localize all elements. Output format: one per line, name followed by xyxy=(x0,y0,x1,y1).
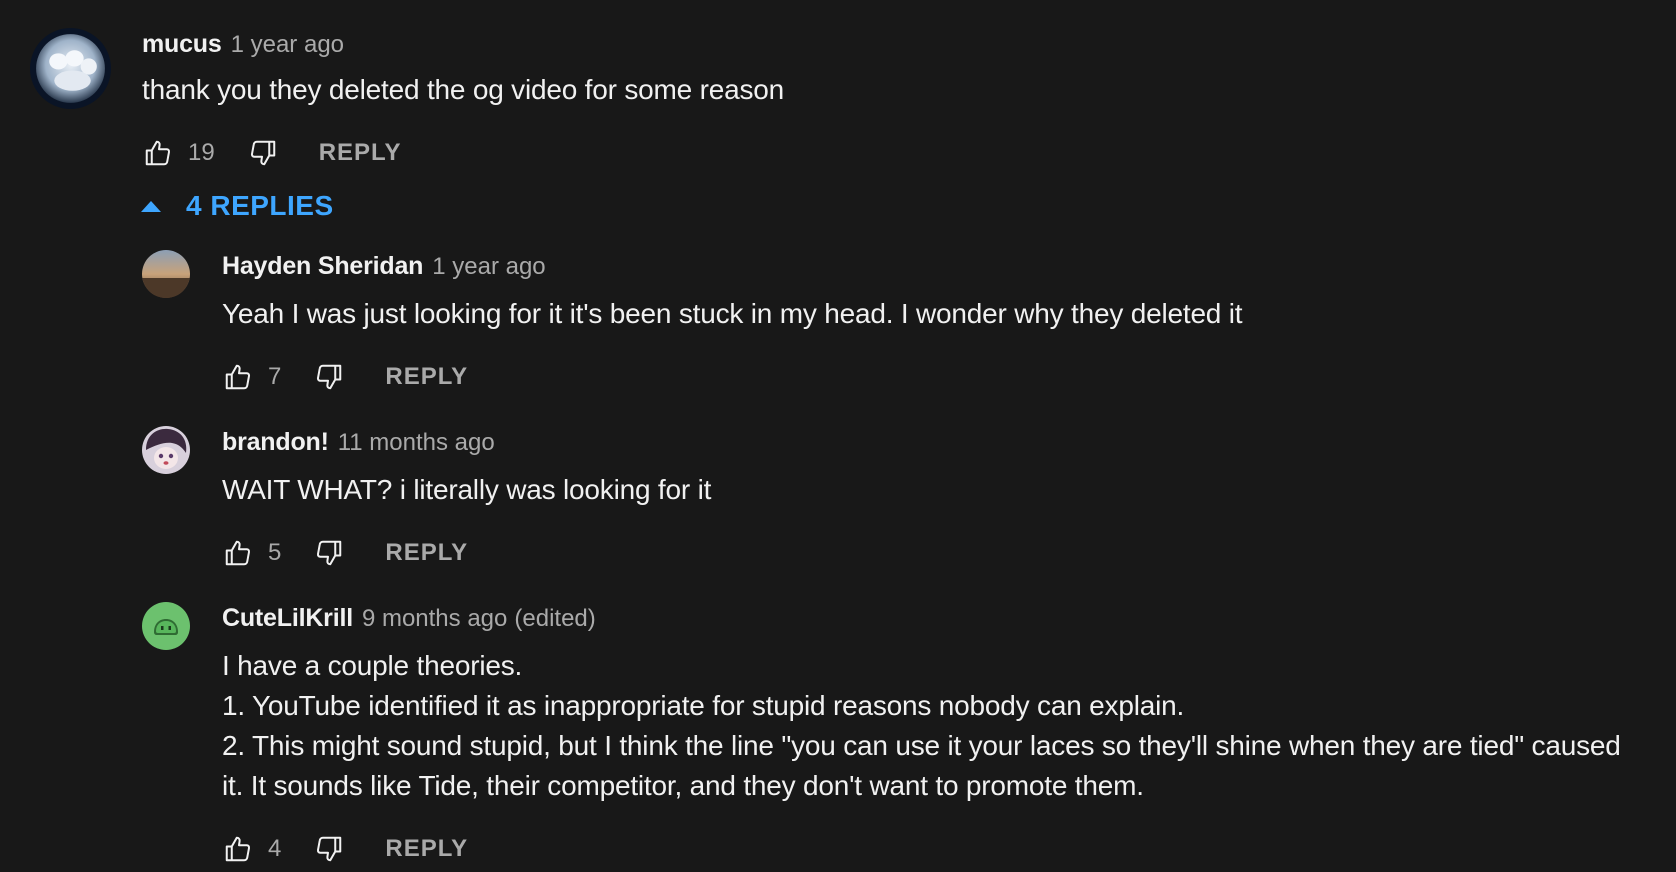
reply-text: WAIT WHAT? i literally was looking for i… xyxy=(222,470,711,510)
dislike-button[interactable] xyxy=(313,537,345,569)
reply-actions: 4 REPLY xyxy=(222,831,468,867)
like-button[interactable] xyxy=(222,833,254,865)
comment-header: mucus 1 year ago xyxy=(142,30,344,59)
comment-timestamp[interactable]: 1 year ago xyxy=(231,31,344,59)
dislike-button[interactable] xyxy=(247,137,279,169)
reply-button[interactable]: REPLY xyxy=(319,139,402,167)
avatar-mucus[interactable] xyxy=(30,28,111,109)
replies-toggle-label: 4 REPLIES xyxy=(186,190,334,221)
edited-label: (edited) xyxy=(514,605,596,632)
like-count: 7 xyxy=(268,363,282,390)
like-count: 19 xyxy=(188,139,215,166)
reply-text-line: Yeah I was just looking for it it's been… xyxy=(222,298,1243,329)
like-button[interactable] xyxy=(222,537,254,569)
reply-author[interactable]: Hayden Sheridan xyxy=(222,252,423,281)
reply-text-line: 1. YouTube identified it as inappropriat… xyxy=(222,690,1185,721)
reply-text-line: WAIT WHAT? i literally was looking for i… xyxy=(222,474,712,505)
reply-author[interactable]: CuteLilKrill xyxy=(222,604,353,633)
thumbs-up-icon xyxy=(225,540,251,566)
reply-button[interactable]: REPLY xyxy=(385,363,468,391)
caret-up-icon xyxy=(141,201,161,212)
thumbs-up-icon xyxy=(225,836,251,862)
thumbs-down-icon xyxy=(317,364,342,390)
reply-header: brandon! 11 months ago xyxy=(222,428,495,457)
avatar-hayden-sheridan[interactable] xyxy=(142,250,190,298)
like-button[interactable] xyxy=(222,361,254,393)
reply-header: Hayden Sheridan 1 year ago xyxy=(222,252,546,281)
thumbs-down-icon xyxy=(317,836,342,862)
reply-button[interactable]: REPLY xyxy=(385,835,468,863)
comment-author[interactable]: mucus xyxy=(142,30,222,59)
like-count: 5 xyxy=(268,539,282,566)
dislike-button[interactable] xyxy=(313,833,345,865)
reply-timestamp[interactable]: 11 months ago xyxy=(338,429,495,457)
replies-toggle-button[interactable]: 4 REPLIES xyxy=(140,190,334,222)
comment-text-line: thank you they deleted the og video for … xyxy=(142,74,785,105)
reply-actions: 7 REPLY xyxy=(222,359,468,395)
thumbs-down-icon xyxy=(250,140,275,166)
reply-author[interactable]: brandon! xyxy=(222,428,329,457)
reply-button[interactable]: REPLY xyxy=(385,539,468,567)
comment-thread: mucus 1 year ago thank you they deleted … xyxy=(0,0,1676,872)
reply-timestamp[interactable]: 1 year ago xyxy=(432,253,545,281)
reply-actions: 5 REPLY xyxy=(222,535,468,571)
reply-text: Yeah I was just looking for it it's been… xyxy=(222,294,1243,334)
thumbs-down-icon xyxy=(317,540,342,566)
avatar-cutelilkrill[interactable] xyxy=(142,602,190,650)
thumbs-up-icon xyxy=(225,364,251,390)
reply-header: CuteLilKrill 9 months ago (edited) xyxy=(222,604,596,633)
reply-text: I have a couple theories. 1. YouTube ide… xyxy=(222,646,1621,806)
reply-text-line: I have a couple theories. xyxy=(222,650,523,681)
comment-text: thank you they deleted the og video for … xyxy=(142,70,784,110)
reply-text-line: it. It sounds like Tide, their competito… xyxy=(222,770,1144,801)
comment-actions: 19 REPLY xyxy=(142,135,402,171)
avatar-brandon[interactable] xyxy=(142,426,190,474)
like-count: 4 xyxy=(268,835,282,862)
reply-text-line: 2. This might sound stupid, but I think … xyxy=(222,730,1621,761)
reply-timestamp[interactable]: 9 months ago xyxy=(362,605,507,633)
like-button[interactable] xyxy=(142,137,174,169)
dislike-button[interactable] xyxy=(313,361,345,393)
thumbs-up-icon xyxy=(145,140,171,166)
